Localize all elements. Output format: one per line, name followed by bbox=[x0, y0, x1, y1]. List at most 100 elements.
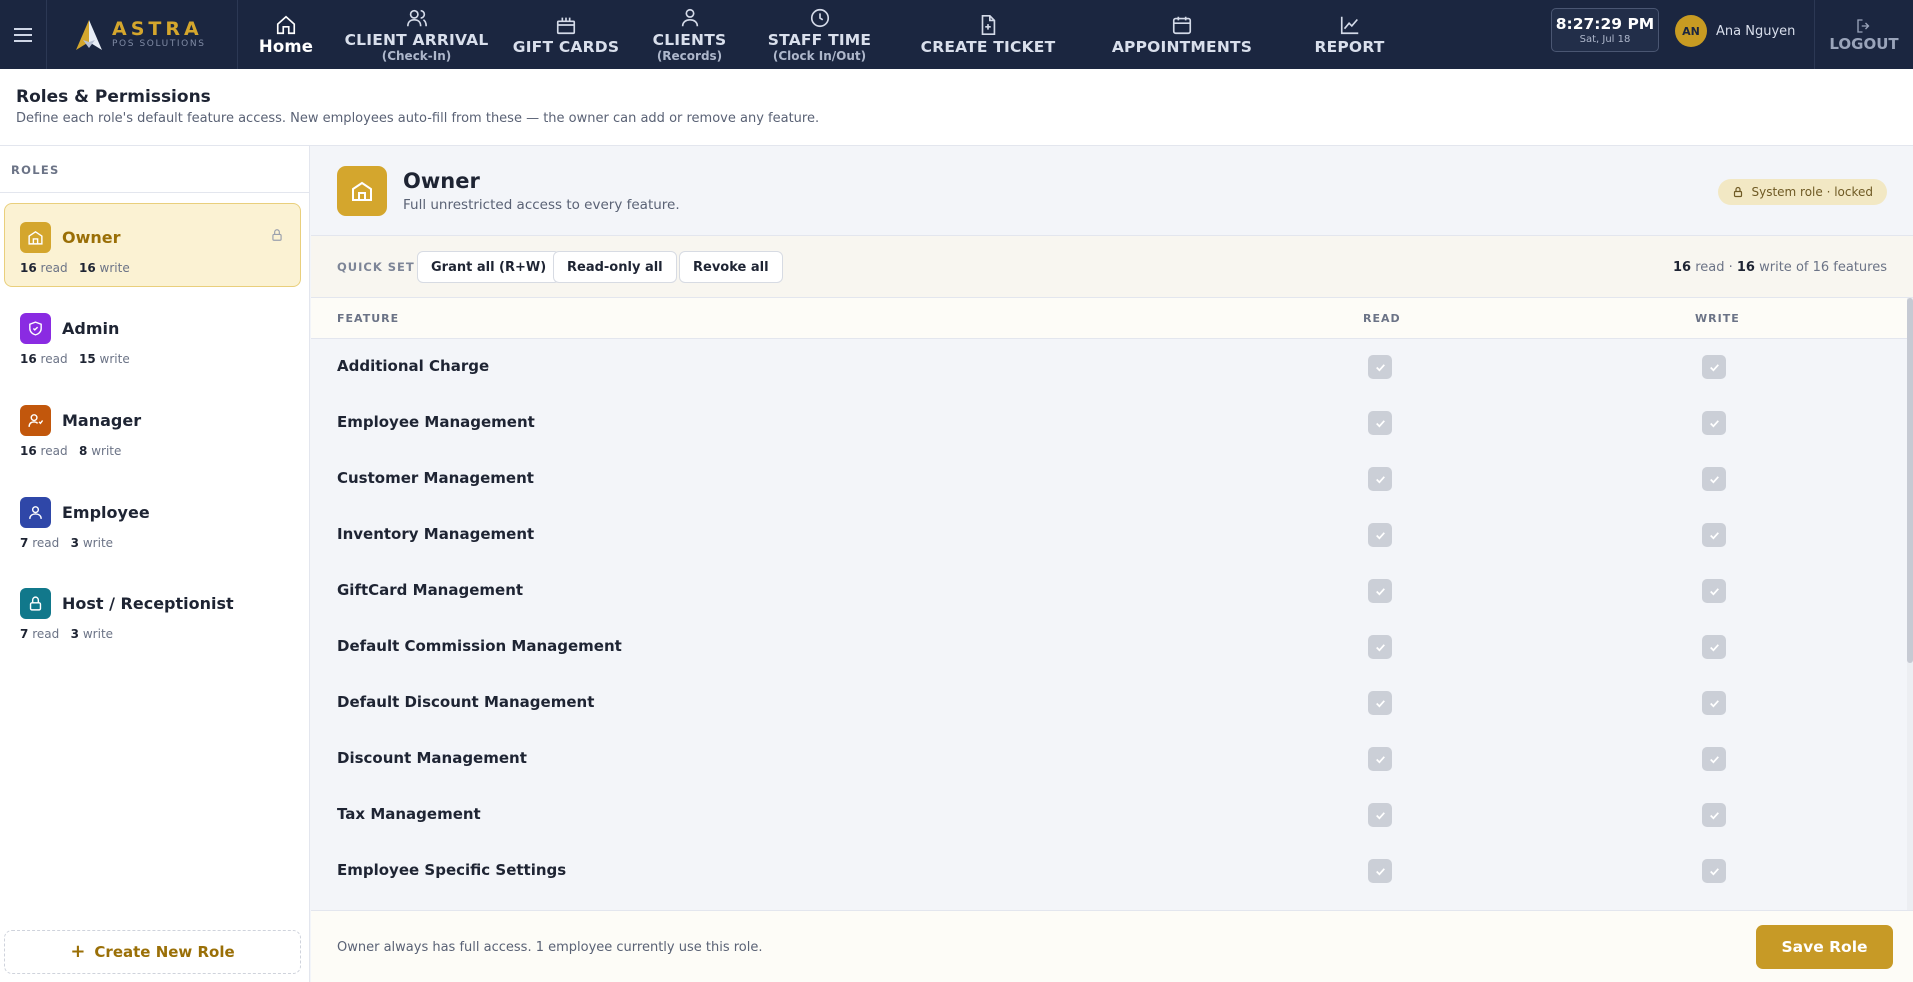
read-word: read bbox=[32, 536, 60, 550]
write-checkbox[interactable] bbox=[1702, 523, 1726, 547]
user-name: Ana Nguyen bbox=[1716, 23, 1796, 39]
clock-icon bbox=[810, 8, 829, 27]
brand-logo[interactable]: ASTRA POS SOLUTIONS bbox=[47, 0, 238, 69]
role-item-admin[interactable]: Admin 16 read 15 write bbox=[4, 294, 301, 378]
read-only-all-button[interactable]: Read-only all bbox=[553, 251, 677, 283]
brand-subtitle: POS SOLUTIONS bbox=[112, 39, 206, 49]
read-checkbox[interactable] bbox=[1368, 411, 1392, 435]
role-name: Host / Receptionist bbox=[62, 594, 234, 613]
write-checkbox[interactable] bbox=[1702, 691, 1726, 715]
role-item-host-receptionist[interactable]: Host / Receptionist 7 read 3 write bbox=[4, 569, 301, 653]
read-checkbox[interactable] bbox=[1368, 579, 1392, 603]
footer-note: Owner always has full access. 1 employee… bbox=[337, 940, 763, 955]
write-word: write bbox=[82, 536, 114, 550]
nav-client-arrival[interactable]: CLIENT ARRIVAL (Check-In) bbox=[334, 0, 499, 69]
read-checkbox[interactable] bbox=[1368, 523, 1392, 547]
user-menu[interactable]: AN Ana Nguyen bbox=[1675, 15, 1795, 47]
avatar: AN bbox=[1675, 15, 1707, 47]
role-description: Full unrestricted access to every featur… bbox=[403, 197, 680, 213]
read-word: read bbox=[32, 627, 60, 641]
write-checkbox[interactable] bbox=[1702, 747, 1726, 771]
users-icon bbox=[406, 9, 427, 26]
nav-clients[interactable]: CLIENTS (Records) bbox=[633, 0, 746, 69]
read-checkbox[interactable] bbox=[1368, 803, 1392, 827]
role-name: Manager bbox=[62, 411, 142, 430]
read-checkbox[interactable] bbox=[1368, 355, 1392, 379]
role-item-owner[interactable]: Owner 16 read 16 write bbox=[4, 203, 301, 287]
role-read-count: 16 bbox=[20, 444, 37, 458]
write-checkbox[interactable] bbox=[1702, 859, 1726, 883]
nav-home-label: Home bbox=[258, 36, 314, 56]
clock-display: 8:27:29 PM Sat, Jul 18 bbox=[1551, 8, 1659, 52]
role-write-count: 3 bbox=[70, 536, 80, 550]
permissions-table-body: Additional Charge Employee Management Cust… bbox=[311, 339, 1913, 910]
feature-name: Additional Charge bbox=[337, 357, 490, 375]
write-checkbox[interactable] bbox=[1702, 579, 1726, 603]
write-checkbox[interactable] bbox=[1702, 467, 1726, 491]
nav-report[interactable]: REPORT bbox=[1281, 0, 1418, 69]
logout-button[interactable]: LOGOUT bbox=[1814, 0, 1913, 69]
logout-label: LOGOUT bbox=[1829, 34, 1899, 53]
nav-home[interactable]: Home bbox=[238, 0, 334, 69]
nav-appointments[interactable]: APPOINTMENTS bbox=[1083, 0, 1281, 69]
write-checkbox[interactable] bbox=[1702, 635, 1726, 659]
revoke-all-button[interactable]: Revoke all bbox=[679, 251, 783, 283]
read-word: read bbox=[40, 261, 68, 275]
write-checkbox[interactable] bbox=[1702, 803, 1726, 827]
user-manager-icon bbox=[20, 405, 51, 436]
page-description: Define each role's default feature acces… bbox=[16, 111, 820, 126]
nav-staff-time[interactable]: STAFF TIME (Clock In/Out) bbox=[746, 0, 893, 69]
file-plus-icon bbox=[981, 14, 996, 35]
nav-clients-label: CLIENTS bbox=[652, 30, 727, 49]
clock-time: 8:27:29 PM bbox=[1555, 14, 1655, 33]
table-row: Employee Management bbox=[311, 395, 1913, 451]
nav-staff-time-label: STAFF TIME bbox=[767, 30, 872, 49]
roles-heading: ROLES bbox=[0, 146, 309, 193]
nav-appointments-label: APPOINTMENTS bbox=[1111, 37, 1253, 56]
nav-gift-cards[interactable]: GIFT CARDS bbox=[499, 0, 633, 69]
user-icon bbox=[20, 497, 51, 528]
read-checkbox[interactable] bbox=[1368, 747, 1392, 771]
role-item-employee[interactable]: Employee 7 read 3 write bbox=[4, 478, 301, 562]
nav-clients-sub: (Records) bbox=[656, 48, 723, 63]
write-word: write bbox=[82, 627, 114, 641]
role-counts: 16 read 8 write bbox=[20, 444, 286, 458]
role-footer: Owner always has full access. 1 employee… bbox=[311, 910, 1913, 982]
role-counts: 7 read 3 write bbox=[20, 536, 286, 550]
create-role-button[interactable]: + Create New Role bbox=[4, 930, 301, 974]
write-checkbox[interactable] bbox=[1702, 411, 1726, 435]
table-row: Default Discount Management bbox=[311, 675, 1913, 731]
feature-column-header: FEATURE bbox=[337, 312, 400, 325]
summary-read-word: read · bbox=[1695, 260, 1733, 275]
summary-write-count: 16 bbox=[1736, 260, 1755, 275]
lock-icon bbox=[20, 588, 51, 619]
nav-create-ticket[interactable]: CREATE TICKET bbox=[893, 0, 1083, 69]
role-item-manager[interactable]: Manager 16 read 8 write bbox=[4, 386, 301, 470]
read-checkbox[interactable] bbox=[1368, 859, 1392, 883]
read-checkbox[interactable] bbox=[1368, 691, 1392, 715]
write-checkbox[interactable] bbox=[1702, 355, 1726, 379]
scrollbar-thumb[interactable] bbox=[1907, 298, 1913, 663]
page-header: Roles & Permissions Define each role's d… bbox=[0, 69, 1913, 146]
role-counts: 16 read 15 write bbox=[20, 352, 286, 366]
table-row: Default Commission Management bbox=[311, 619, 1913, 675]
role-counts: 16 read 16 write bbox=[20, 261, 286, 275]
permissions-table-header: FEATURE READ WRITE bbox=[311, 298, 1913, 339]
role-name: Admin bbox=[62, 319, 120, 338]
role-read-count: 7 bbox=[20, 536, 29, 550]
read-checkbox[interactable] bbox=[1368, 467, 1392, 491]
table-row: Inventory Management bbox=[311, 507, 1913, 563]
menu-icon[interactable] bbox=[0, 0, 47, 69]
page-title: Roles & Permissions bbox=[16, 87, 211, 107]
role-write-count: 3 bbox=[70, 627, 80, 641]
write-word: write bbox=[99, 261, 130, 275]
role-title: Owner bbox=[403, 169, 480, 193]
roles-sidebar: ROLES Owner 16 read 16 write Admin 16 re… bbox=[0, 146, 310, 982]
feature-name: Default Commission Management bbox=[337, 637, 622, 655]
save-role-button[interactable]: Save Role bbox=[1756, 925, 1893, 969]
read-checkbox[interactable] bbox=[1368, 635, 1392, 659]
building-icon bbox=[20, 222, 51, 253]
role-header: Owner Full unrestricted access to every … bbox=[311, 146, 1913, 236]
nav-client-arrival-sub: (Check-In) bbox=[381, 48, 452, 63]
grant-all-button[interactable]: Grant all (R+W) bbox=[417, 251, 561, 283]
